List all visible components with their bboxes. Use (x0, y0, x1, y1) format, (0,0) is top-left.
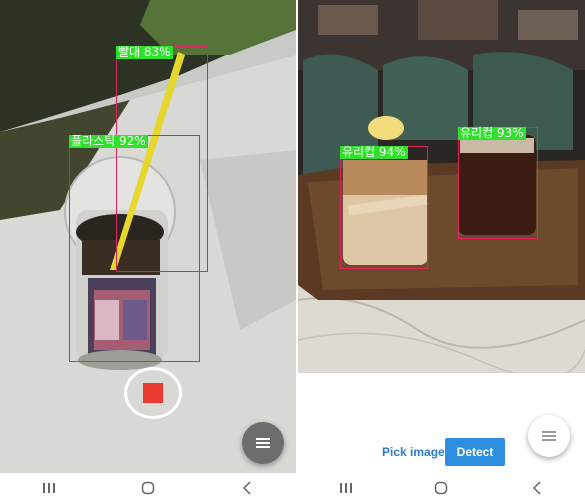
detection-label: 유리컵 93% (458, 126, 526, 140)
detection-label: 플라스틱 92% (69, 134, 148, 148)
menu-icon (256, 438, 270, 448)
menu-fab-button[interactable] (242, 422, 284, 464)
detection-box: 유리컵 93% (458, 127, 538, 239)
stop-square-icon (143, 383, 163, 403)
menu-icon (542, 431, 556, 441)
system-nav-bar (0, 473, 296, 503)
recent-apps-button[interactable] (29, 476, 69, 500)
home-button[interactable] (128, 476, 168, 500)
detection-box: 유리컵 94% (340, 146, 428, 269)
left-phone-screen: 빨대 83% 플라스틱 92% (0, 0, 296, 503)
recent-apps-icon (339, 483, 352, 493)
detect-button[interactable]: Detect (445, 438, 505, 466)
back-icon (242, 481, 251, 495)
right-phone-screen: 유리컵 94% 유리컵 93% Pick image Detect (298, 0, 585, 503)
record-stop-button[interactable] (124, 367, 182, 419)
recent-apps-button[interactable] (326, 476, 366, 500)
system-nav-bar (298, 473, 585, 503)
home-icon (435, 481, 448, 495)
pick-image-button[interactable]: Pick image (378, 438, 449, 466)
home-button[interactable] (421, 476, 461, 500)
back-button[interactable] (517, 476, 557, 500)
back-icon (533, 481, 541, 495)
back-button[interactable] (227, 476, 267, 500)
recent-apps-icon (43, 483, 56, 493)
detection-label: 빨대 83% (116, 45, 173, 59)
menu-fab-button[interactable] (528, 415, 570, 457)
detection-box: 플라스틱 92% (69, 135, 200, 362)
detection-label: 유리컵 94% (340, 145, 408, 159)
home-icon (141, 481, 155, 495)
